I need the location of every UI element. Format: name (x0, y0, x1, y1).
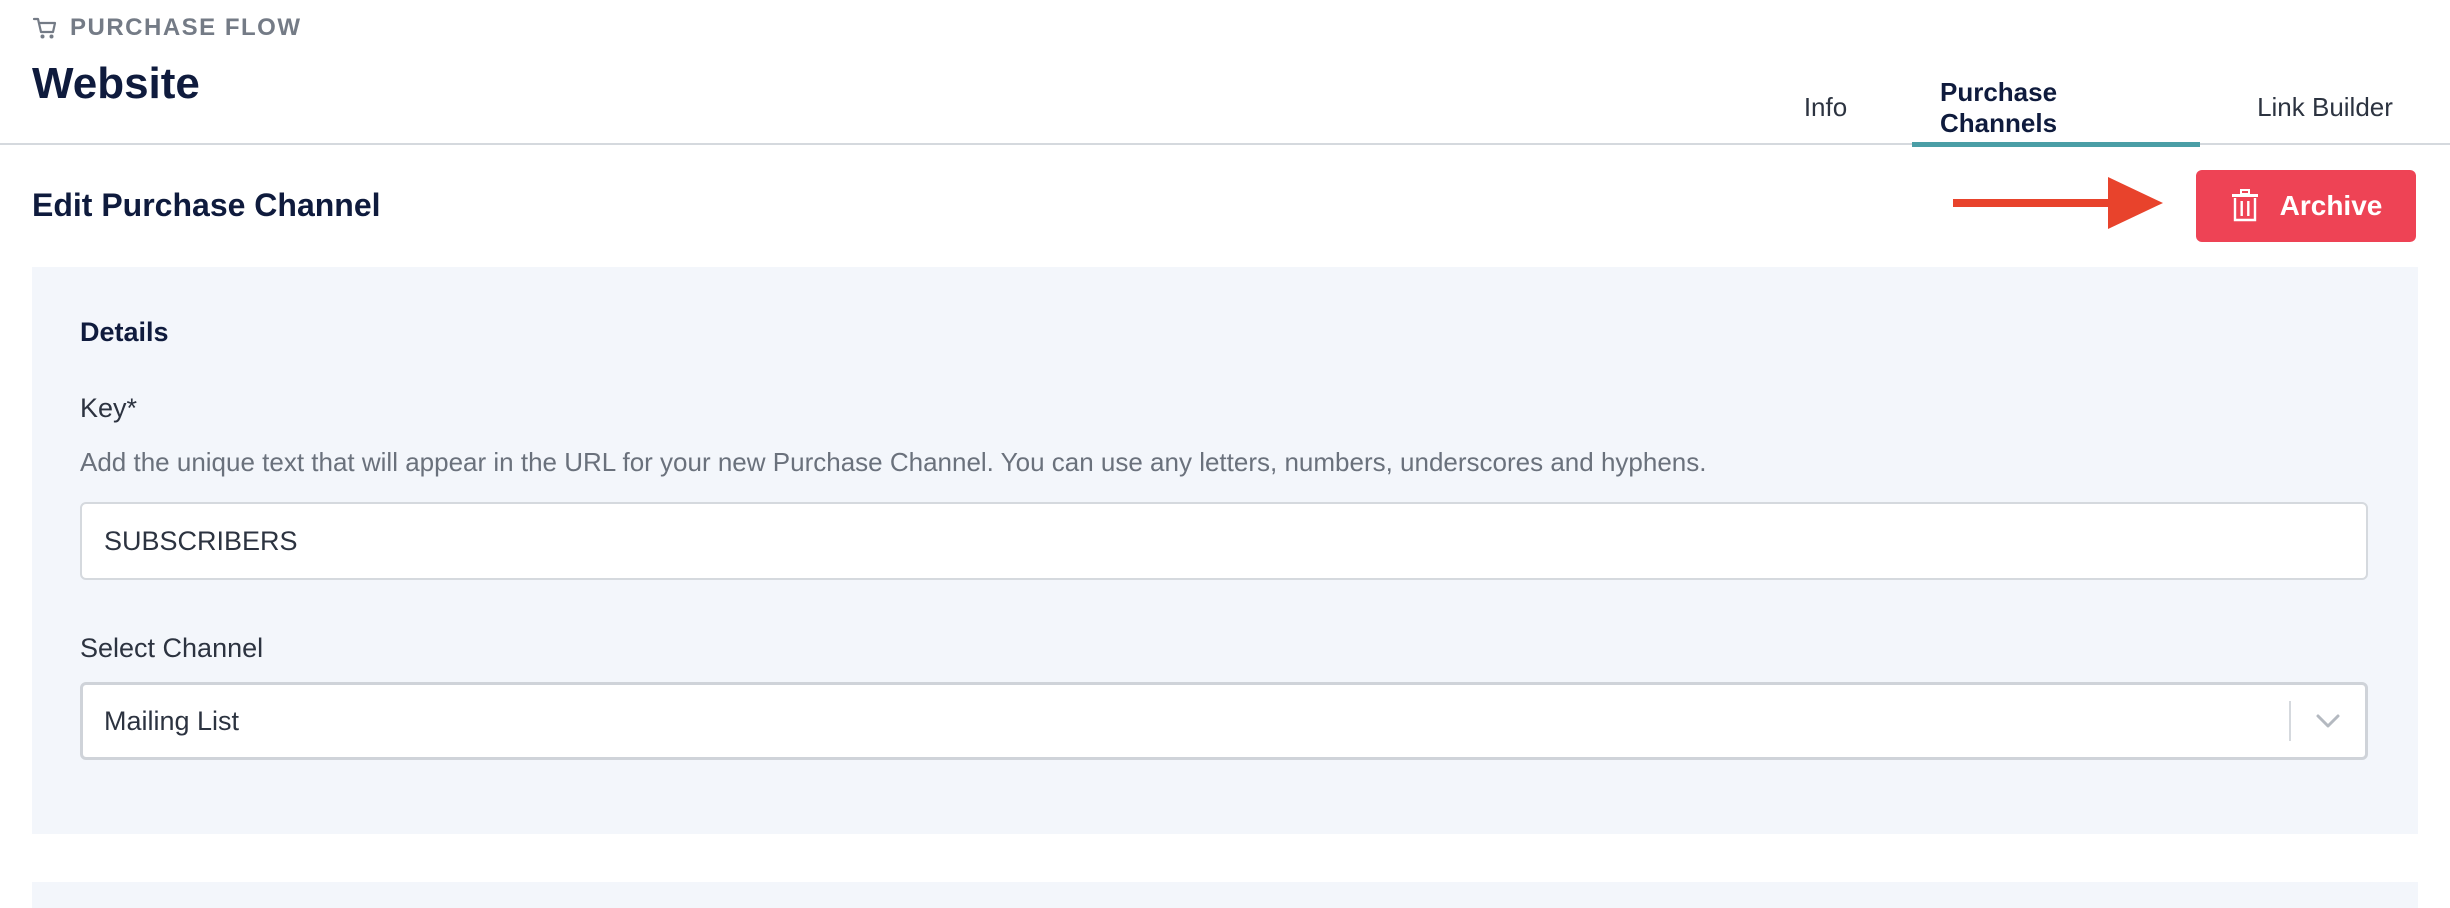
tab-purchase-channels[interactable]: Purchase Channels (1912, 77, 2200, 147)
trash-icon (2230, 189, 2260, 223)
next-panel (32, 882, 2418, 908)
archive-button[interactable]: Archive (2196, 170, 2416, 242)
cart-icon (32, 15, 58, 41)
channel-label: Select Channel (80, 633, 264, 663)
key-label: Key* (80, 393, 138, 423)
breadcrumb: PURCHASE FLOW (32, 12, 302, 44)
archive-button-label: Archive (2279, 190, 2383, 221)
page-title: Website (32, 59, 200, 108)
details-title: Details (80, 317, 169, 347)
section-header: Edit Purchase Channel Archive (0, 147, 2450, 267)
tab-link-builder[interactable]: Link Builder (2200, 78, 2450, 145)
key-help-text: Add the unique text that will appear in … (80, 447, 1707, 477)
arrow-right-icon (1953, 177, 2163, 229)
section-title: Edit Purchase Channel (32, 187, 381, 223)
channel-select-value: Mailing List (104, 705, 240, 736)
tab-info[interactable]: Info (1739, 78, 1912, 145)
tab-bar: Info Purchase Channels Link Builder (1739, 77, 2450, 147)
chevron-down-icon (2316, 714, 2340, 728)
page-header: PURCHASE FLOW Website Info Purchase Chan… (0, 0, 2450, 147)
channel-dropdown-toggle[interactable] (2291, 684, 2365, 758)
details-panel: Details Key* Add the unique text that wi… (32, 267, 2418, 834)
breadcrumb-label: PURCHASE FLOW (70, 14, 302, 41)
key-input[interactable] (80, 502, 2368, 580)
channel-select[interactable]: Mailing List (80, 682, 2368, 760)
